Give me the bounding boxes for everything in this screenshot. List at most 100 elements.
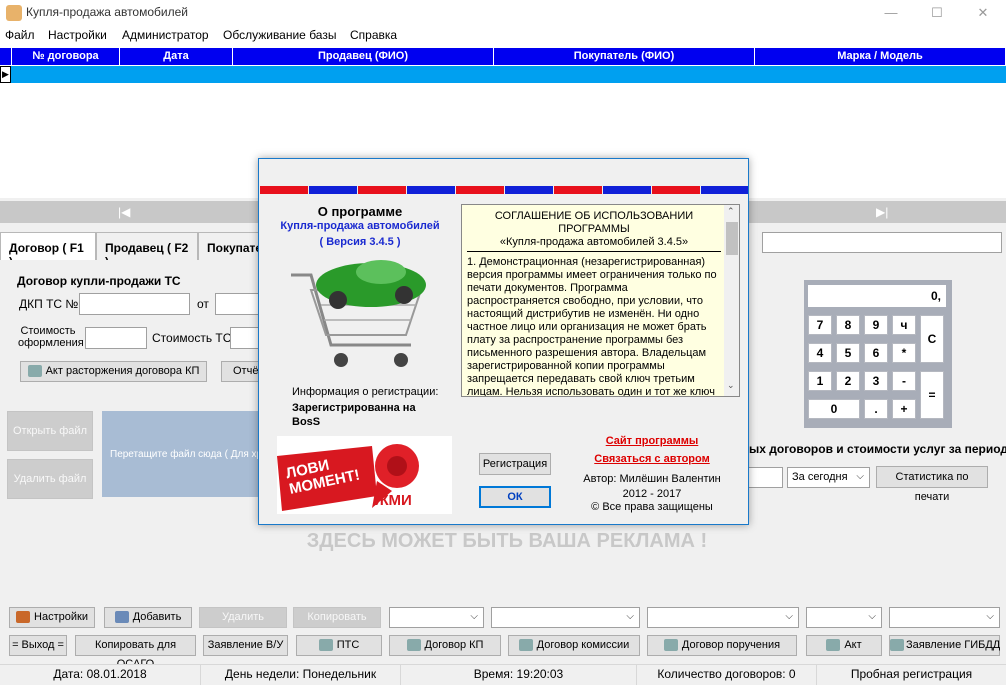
- print-stats-button[interactable]: Статистика по печати: [876, 466, 988, 503]
- cost-reg-input[interactable]: [85, 327, 147, 349]
- maximize-icon[interactable]: ☐: [914, 0, 960, 26]
- dropzone-label: Перетащите файл сюда ( Для хр: [110, 449, 263, 460]
- ok-button[interactable]: ОК: [479, 486, 551, 508]
- settings-button[interactable]: Настройки: [9, 607, 95, 628]
- search-input[interactable]: [762, 232, 1002, 253]
- calc-key-2[interactable]: 2: [836, 371, 860, 391]
- filter-select-1[interactable]: ⌵: [389, 607, 484, 628]
- calc-key-4[interactable]: 4: [808, 343, 832, 363]
- printer-icon: [406, 639, 421, 652]
- calc-key-9[interactable]: 9: [864, 315, 888, 335]
- calc-key-0[interactable]: 0: [808, 399, 860, 419]
- surety-contract-button[interactable]: Договор поручения: [647, 635, 797, 656]
- period-date-input[interactable]: [749, 467, 783, 488]
- tab-buyer[interactable]: Покупате: [198, 232, 260, 261]
- chevron-down-icon: ⌵: [986, 611, 994, 622]
- calc-key-5[interactable]: 5: [836, 343, 860, 363]
- register-button[interactable]: Регистрация: [479, 453, 551, 475]
- site-link[interactable]: Сайт программы: [567, 435, 737, 447]
- minimize-icon[interactable]: —: [868, 0, 914, 26]
- printer-icon: [318, 639, 333, 652]
- license-text: СОГЛАШЕНИЕ ОБ ИСПОЛЬЗОВАНИИ ПРОГРАММЫ «К…: [461, 204, 740, 397]
- tab-contract[interactable]: Договор ( F1 ): [0, 232, 96, 269]
- calc-key-1[interactable]: 1: [808, 371, 832, 391]
- calc-key-minus[interactable]: -: [892, 371, 916, 391]
- license-title: СОГЛАШЕНИЕ ОБ ИСПОЛЬЗОВАНИИ ПРОГРАММЫ: [494, 210, 694, 235]
- filter-select-5[interactable]: ⌵: [889, 607, 1000, 628]
- last-record-icon[interactable]: ▶|: [876, 205, 888, 219]
- status-date: Дата: 08.01.2018: [53, 667, 147, 681]
- table-row[interactable]: [0, 66, 1006, 83]
- col-model[interactable]: Марка / Модель: [755, 48, 1006, 65]
- stripe-segment: [456, 186, 504, 194]
- calc-key-7[interactable]: 7: [808, 315, 832, 335]
- calc-key-equals[interactable]: =: [920, 371, 944, 419]
- promo-banner[interactable]: ЛОВИ МОМЕНТ! ЖМИ: [277, 436, 452, 514]
- menu-db-service[interactable]: Обслуживание базы: [223, 28, 336, 42]
- contract-date-input[interactable]: [215, 293, 260, 315]
- act-termination-button[interactable]: Акт расторжения договора КП: [20, 361, 207, 382]
- menu-settings[interactable]: Настройки: [48, 28, 107, 42]
- filter-select-4[interactable]: ⌵: [806, 607, 882, 628]
- printer-icon: [826, 639, 841, 652]
- menu-file[interactable]: Файл: [5, 28, 35, 42]
- status-count: Количество договоров: 0: [636, 664, 816, 685]
- period-select[interactable]: За сегодня ⌵: [787, 467, 870, 488]
- cost-ts-input[interactable]: [230, 327, 260, 349]
- copy-button[interactable]: Копировать: [293, 607, 381, 628]
- license-application-button[interactable]: Заявление В/У: [203, 635, 288, 656]
- act-button[interactable]: Акт: [806, 635, 882, 656]
- calc-key-div[interactable]: ч: [892, 315, 916, 335]
- years-text: 2012 - 2017: [622, 488, 682, 500]
- calc-key-8[interactable]: 8: [836, 315, 860, 335]
- col-seller[interactable]: Продавец (ФИО): [233, 48, 494, 65]
- grid-corner: [0, 48, 12, 65]
- contract-kp-button[interactable]: Договор КП: [389, 635, 501, 656]
- menu-help[interactable]: Справка: [350, 28, 397, 42]
- status-weekday: День недели: Понедельник: [200, 664, 400, 685]
- col-buyer[interactable]: Покупатель (ФИО): [494, 48, 755, 65]
- calc-key-3[interactable]: 3: [864, 371, 888, 391]
- commission-contract-button[interactable]: Договор комиссии: [508, 635, 640, 656]
- scroll-thumb[interactable]: [726, 222, 738, 255]
- chevron-down-icon: ⌵: [626, 611, 634, 622]
- calc-key-6[interactable]: 6: [864, 343, 888, 363]
- menu-admin[interactable]: Администратор: [122, 28, 209, 42]
- app-icon: [6, 5, 22, 21]
- status-registration: Пробная регистрация: [816, 664, 1006, 685]
- scroll-up-icon[interactable]: ⌃: [727, 206, 735, 217]
- add-icon: [114, 611, 129, 624]
- close-icon[interactable]: ✕: [960, 0, 1006, 26]
- printer-icon: [890, 639, 904, 652]
- filter-select-3[interactable]: ⌵: [647, 607, 799, 628]
- calc-key-clear[interactable]: C: [920, 315, 944, 363]
- report-button[interactable]: Отчё: [221, 361, 260, 382]
- stripe-segment: [260, 186, 308, 194]
- commission-contract-label: Договор комиссии: [536, 639, 630, 651]
- delete-button[interactable]: Удалить: [199, 607, 287, 628]
- dialog-title: О программе: [317, 204, 403, 219]
- calc-key-dot[interactable]: .: [864, 399, 888, 419]
- add-button[interactable]: Добавить: [104, 607, 192, 628]
- col-date[interactable]: Дата: [120, 48, 233, 65]
- tab-seller[interactable]: Продавец ( F2 ): [96, 232, 198, 269]
- col-contract-no[interactable]: № договора: [12, 48, 120, 65]
- gibdd-application-button[interactable]: Заявление ГИБДД: [889, 635, 1000, 656]
- stripe-segment: [554, 186, 602, 194]
- surety-contract-label: Договор поручения: [681, 639, 781, 651]
- scroll-down-icon[interactable]: ⌄: [727, 380, 735, 391]
- first-record-icon[interactable]: |◀: [118, 205, 130, 219]
- stripe-segment: [309, 186, 357, 194]
- delete-file-button[interactable]: Удалить файл: [7, 459, 93, 499]
- pts-button[interactable]: ПТС: [296, 635, 382, 656]
- filter-select-2[interactable]: ⌵: [491, 607, 640, 628]
- calc-key-plus[interactable]: +: [892, 399, 916, 419]
- contact-author-link[interactable]: Связаться с автором: [567, 453, 737, 465]
- dkp-number-input[interactable]: [79, 293, 190, 315]
- chevron-down-icon: ⌵: [470, 611, 478, 622]
- copy-osago-button[interactable]: Копировать для ОСАГО: [75, 635, 196, 670]
- exit-button[interactable]: = Выход =: [9, 635, 67, 656]
- license-body: 1. Демонстрационная (незарегистрированна…: [467, 256, 717, 397]
- open-file-button[interactable]: Открыть файл: [7, 411, 93, 451]
- calc-key-mul[interactable]: *: [892, 343, 916, 363]
